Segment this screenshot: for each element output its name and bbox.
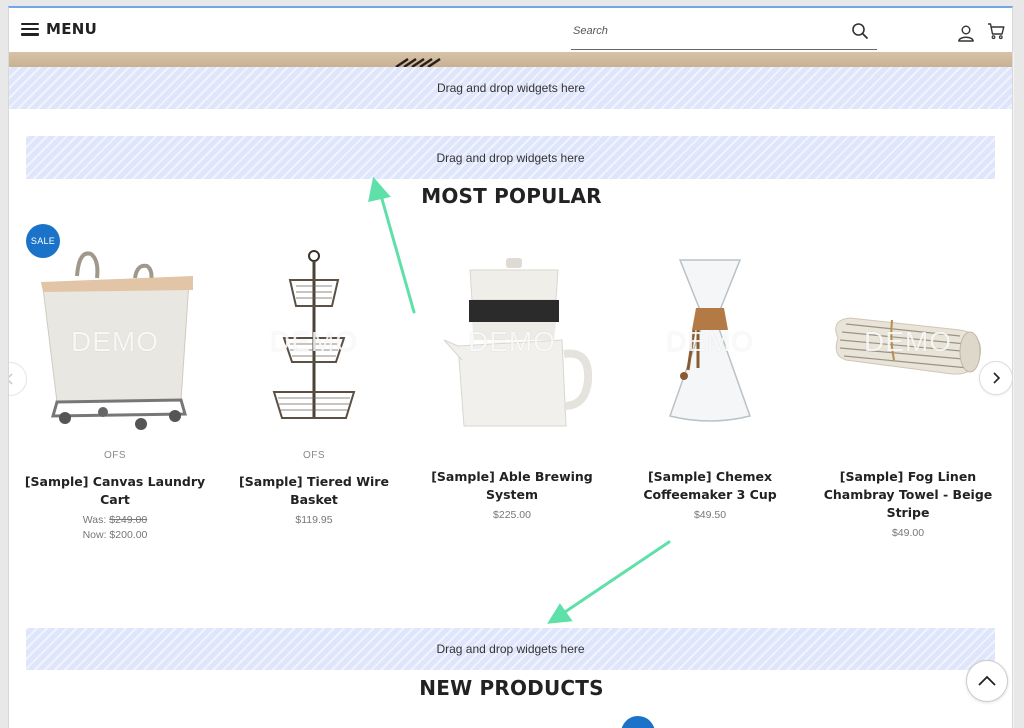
widget-dropzone-top[interactable]: Drag and drop widgets here bbox=[9, 67, 1012, 109]
sale-badge: SALE bbox=[26, 224, 60, 258]
user-account-icon[interactable] bbox=[957, 24, 975, 42]
dropzone-label: Drag and drop widgets here bbox=[436, 150, 585, 165]
banner-image-fragment bbox=[395, 57, 441, 67]
widget-dropzone-above-most-popular[interactable]: Drag and drop widgets here bbox=[26, 136, 995, 179]
menu-button[interactable]: MENU bbox=[21, 20, 97, 38]
product-image[interactable]: DEMO bbox=[414, 220, 610, 450]
now-price: Now: $200.00 bbox=[82, 529, 148, 541]
product-price: $119.95 bbox=[295, 514, 333, 526]
carousel-next-button[interactable] bbox=[979, 361, 1012, 395]
product-card[interactable]: DEMO [Sample] Able Brewing System $225.0… bbox=[414, 220, 610, 523]
product-card[interactable]: DEMO [Sample] Chemex Coffeemaker 3 Cup $… bbox=[612, 220, 808, 523]
chevron-left-icon bbox=[9, 373, 13, 385]
product-price: $49.50 bbox=[693, 509, 727, 521]
page-frame: MENU Drag and drop widgets here Drag and… bbox=[8, 6, 1013, 728]
was-label: Was: bbox=[82, 514, 107, 526]
cart-icon[interactable] bbox=[987, 22, 1005, 40]
hero-banner-edge bbox=[9, 52, 1012, 67]
product-brand: OFS bbox=[302, 450, 326, 461]
site-header: MENU bbox=[9, 8, 1012, 52]
dropzone-label: Drag and drop widgets here bbox=[436, 642, 585, 656]
search-icon[interactable] bbox=[851, 22, 869, 40]
product-name[interactable]: [Sample] Chemex Coffeemaker 3 Cup bbox=[612, 468, 808, 504]
hamburger-icon bbox=[21, 22, 39, 36]
search-input[interactable] bbox=[571, 16, 841, 46]
widget-dropzone-above-new-products[interactable]: Drag and drop widgets here bbox=[26, 628, 995, 670]
chevron-up-icon bbox=[978, 675, 996, 686]
chevron-right-icon bbox=[993, 372, 1001, 384]
product-price: $225.00 bbox=[493, 509, 531, 521]
product-price: $49.00 bbox=[891, 527, 925, 539]
demo-watermark: DEMO bbox=[864, 326, 952, 357]
product-price: Was: $249.00 Now: $200.00 bbox=[17, 513, 213, 543]
product-image[interactable]: DEMO bbox=[612, 220, 808, 450]
product-image[interactable]: DEMO bbox=[810, 220, 1006, 450]
most-popular-title: MOST POPULAR bbox=[421, 184, 602, 208]
sale-badge-partial bbox=[621, 716, 655, 728]
was-price: $249.00 bbox=[109, 514, 148, 526]
new-products-title: NEW PRODUCTS bbox=[419, 676, 604, 700]
demo-watermark: DEMO bbox=[468, 326, 556, 357]
menu-label: MENU bbox=[46, 20, 98, 38]
product-name[interactable]: [Sample] Able Brewing System bbox=[414, 468, 610, 504]
product-image[interactable]: DEMO bbox=[216, 220, 412, 450]
search-box bbox=[571, 16, 877, 50]
product-name[interactable]: [Sample] Tiered Wire Basket bbox=[216, 473, 412, 509]
product-card[interactable]: DEMO [Sample] Fog Linen Chambray Towel -… bbox=[810, 220, 1006, 541]
demo-watermark: DEMO bbox=[71, 326, 159, 357]
scroll-to-top-button[interactable] bbox=[966, 660, 1008, 702]
product-name[interactable]: [Sample] Fog Linen Chambray Towel - Beig… bbox=[810, 468, 1006, 522]
product-card[interactable]: DEMO OFS [Sample] Canvas Laundry Cart Wa… bbox=[17, 220, 213, 543]
product-brand: OFS bbox=[103, 450, 127, 461]
product-card[interactable]: DEMO OFS [Sample] Tiered Wire Basket $11… bbox=[216, 220, 412, 528]
dropzone-label: Drag and drop widgets here bbox=[436, 81, 586, 95]
demo-watermark: DEMO bbox=[666, 326, 754, 357]
product-name[interactable]: [Sample] Canvas Laundry Cart bbox=[17, 473, 213, 509]
demo-watermark: DEMO bbox=[270, 326, 358, 357]
